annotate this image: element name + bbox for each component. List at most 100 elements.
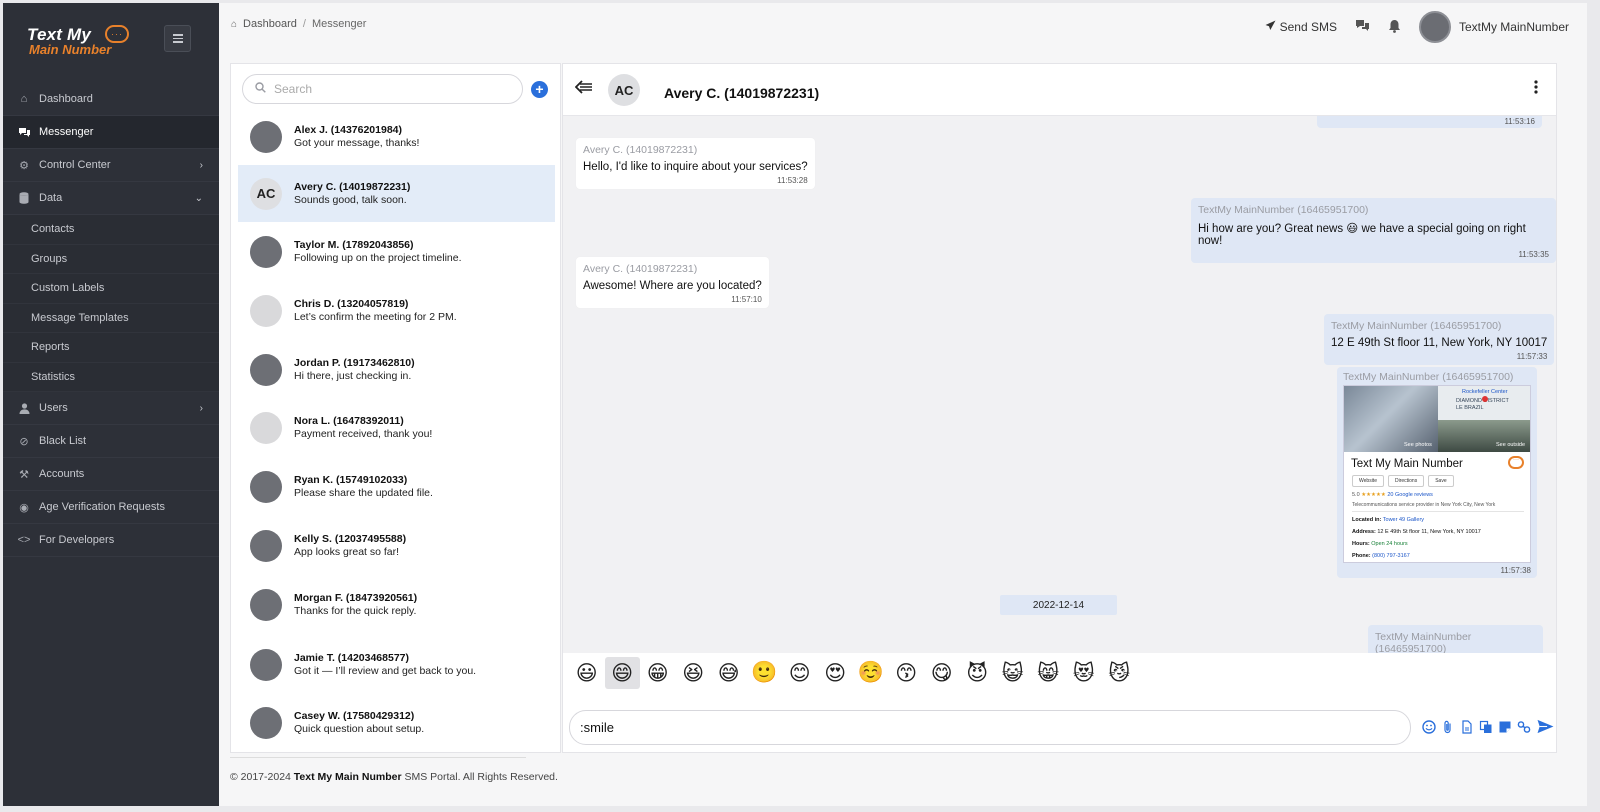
avatar: [250, 120, 282, 153]
sidebar-subitem-reports[interactable]: Reports: [3, 333, 219, 363]
bell-icon[interactable]: [1388, 19, 1401, 36]
emoji-option[interactable]: 😈: [960, 657, 996, 689]
chat-bubbles-icon[interactable]: [1355, 19, 1370, 35]
breadcrumb-current: Messenger: [311, 18, 367, 30]
sidebar-item-label: Accounts: [39, 468, 85, 480]
send-sms-button[interactable]: Send SMS: [1265, 20, 1337, 34]
contact-name: Casey W. (17580429312): [294, 710, 415, 722]
message-text: Hi how are you? Great news 😃 we have a s…: [1198, 223, 1526, 247]
sidebar-item-for-developers[interactable]: <> For Developers: [3, 524, 219, 557]
breadcrumb-separator: /: [302, 18, 306, 30]
search-icon: [255, 82, 266, 96]
contact-preview: Hi there, just checking in.: [294, 370, 412, 382]
sidebar-item-age-verification[interactable]: ◉ Age Verification Requests: [3, 491, 219, 524]
sidebar-item-label: For Developers: [39, 534, 115, 546]
contact-name: Nora L. (16478392011): [294, 415, 404, 427]
message-bubble-outgoing: 11:53:16: [1317, 116, 1542, 128]
search-input[interactable]: [274, 82, 494, 96]
contact-list-item[interactable]: Morgan F. (18473920561) Thanks for the qu…: [238, 576, 555, 633]
contact-preview: Following up on the project timeline.: [294, 252, 462, 264]
divider: [1352, 511, 1524, 512]
contact-list-item[interactable]: Jamie T. (14203468577) Got it — I’ll revi…: [238, 636, 555, 693]
sidebar: Text My Main Number ··· ⌂ Dashboard Mess…: [3, 3, 219, 806]
sidebar-item-black-list[interactable]: ⊘ Black List: [3, 425, 219, 458]
emoji-option[interactable]: 😻: [1066, 657, 1102, 689]
sidebar-subitem-contacts[interactable]: Contacts: [3, 215, 219, 245]
more-options-icon[interactable]: [1534, 80, 1538, 99]
sidebar-item-dashboard[interactable]: ⌂ Dashboard: [3, 83, 219, 116]
message-time: 11:57:38: [1500, 566, 1531, 575]
chevron-down-icon: ⌄: [194, 192, 203, 204]
sidebar-item-accounts[interactable]: ⚒ Accounts: [3, 458, 219, 491]
emoji-option[interactable]: 😋: [924, 657, 960, 689]
sidebar-subitem-message-templates[interactable]: Message Templates: [3, 303, 219, 333]
emoji-option[interactable]: 😊: [782, 657, 818, 689]
send-sms-label: Send SMS: [1279, 20, 1337, 34]
sidebar-item-label: Control Center: [39, 159, 111, 171]
contact-list-item[interactable]: Casey W. (17580429312) Quick question abo…: [238, 694, 555, 751]
sidebar-subitem-custom-labels[interactable]: Custom Labels: [3, 274, 219, 304]
ban-icon: ⊘: [19, 435, 29, 448]
emoji-option[interactable]: 😺: [995, 657, 1031, 689]
collapse-list-icon[interactable]: [574, 80, 593, 99]
copy-template-icon[interactable]: [1478, 718, 1493, 735]
contact-list-item[interactable]: Taylor M. (17892043856) Following up on t…: [238, 223, 555, 280]
chevron-right-icon: ›: [199, 159, 203, 171]
sidebar-subitem-statistics[interactable]: Statistics: [3, 362, 219, 392]
emoji-option[interactable]: 😁: [640, 657, 676, 689]
contact-list-item[interactable]: Jordan P. (19173462810) Hi there, just ch…: [238, 341, 555, 398]
emoji-option[interactable]: 😸: [1031, 657, 1067, 689]
paperclip-icon[interactable]: [1440, 718, 1455, 735]
avatar: [250, 648, 282, 681]
star-icons: ★★★★★: [1361, 492, 1386, 498]
contact-name: Taylor M. (17892043856): [294, 239, 414, 251]
avatar: [250, 706, 282, 739]
sidebar-item-users[interactable]: Users ›: [3, 392, 219, 425]
contact-list-item[interactable]: Nora L. (16478392011) Payment received, t…: [238, 399, 555, 456]
sidebar-item-label: Data: [39, 192, 63, 204]
emoji-option[interactable]: 😃: [569, 657, 605, 689]
sidebar-item-messenger[interactable]: Messenger: [3, 116, 219, 149]
map-card-located: Located in: Tower 49 Gallery: [1352, 517, 1424, 523]
brand-logo[interactable]: Text My Main Number ···: [27, 25, 137, 59]
home-icon: ⌂: [20, 93, 28, 105]
sidebar-subitem-groups[interactable]: Groups: [3, 244, 219, 274]
avatar: [250, 588, 282, 621]
emoji-option[interactable]: 😅: [711, 657, 747, 689]
note-icon[interactable]: [1497, 718, 1512, 735]
user-name[interactable]: TextMy MainNumber: [1459, 20, 1569, 34]
link-icon[interactable]: [1516, 718, 1531, 735]
contact-list-item[interactable]: Alex J. (14376201984) Got your message, t…: [238, 108, 555, 165]
sidebar-item-data[interactable]: Data ⌄: [3, 182, 219, 215]
message-time: 11:53:16: [1504, 117, 1535, 126]
sidebar-item-control-center[interactable]: ⚙ Control Center ›: [3, 149, 219, 182]
emoji-option[interactable]: 😍: [818, 657, 854, 689]
contact-list-item[interactable]: Kelly S. (12037495588) App looks great so…: [238, 517, 555, 574]
contacts-panel: + Alex J. (14376201984)Got your message,…: [230, 63, 561, 753]
add-contact-button[interactable]: +: [531, 81, 548, 98]
message-input[interactable]: [569, 710, 1411, 745]
emoji-option-selected[interactable]: 😄: [604, 657, 640, 689]
file-icon[interactable]: [1459, 718, 1474, 735]
emoji-option[interactable]: 😙: [889, 657, 925, 689]
map-image-attachment[interactable]: See photos Rockefeller Center DIAMOND DI…: [1343, 385, 1531, 563]
emoji-option[interactable]: ☺️: [853, 657, 889, 689]
map-card-rating: 5.0 ★★★★★ 20 Google reviews: [1352, 492, 1433, 498]
contact-name: Avery C. (14019872231): [294, 181, 411, 193]
emoji-option[interactable]: 😼: [1102, 657, 1138, 689]
map-card-description: Telecommunications service provider in N…: [1352, 502, 1496, 508]
breadcrumb-home-link[interactable]: Dashboard: [243, 18, 297, 30]
emoji-option[interactable]: 😆: [676, 657, 712, 689]
contact-list-item[interactable]: Chris D. (13204057819) Let’s confirm the …: [238, 282, 555, 339]
emoji-icon[interactable]: [1421, 718, 1436, 735]
message-thread: 11:53:16 Avery C. (14019872231) Hello, I…: [563, 116, 1556, 653]
emoji-option[interactable]: 🙂: [747, 657, 783, 689]
message-sender: TextMy MainNumber (16465951700): [1343, 371, 1514, 383]
date-separator: 2022-12-14: [1000, 595, 1117, 615]
avatar[interactable]: [1418, 11, 1451, 43]
send-icon[interactable]: [1535, 718, 1555, 735]
contact-list-item[interactable]: Ryan K. (15749102033) Please share the up…: [238, 458, 555, 515]
menu-toggle-button[interactable]: [164, 25, 191, 52]
field-label: Hours:: [1352, 541, 1370, 547]
contact-list-item-selected[interactable]: AC Avery C. (14019872231) Sounds good, ta…: [238, 165, 555, 222]
